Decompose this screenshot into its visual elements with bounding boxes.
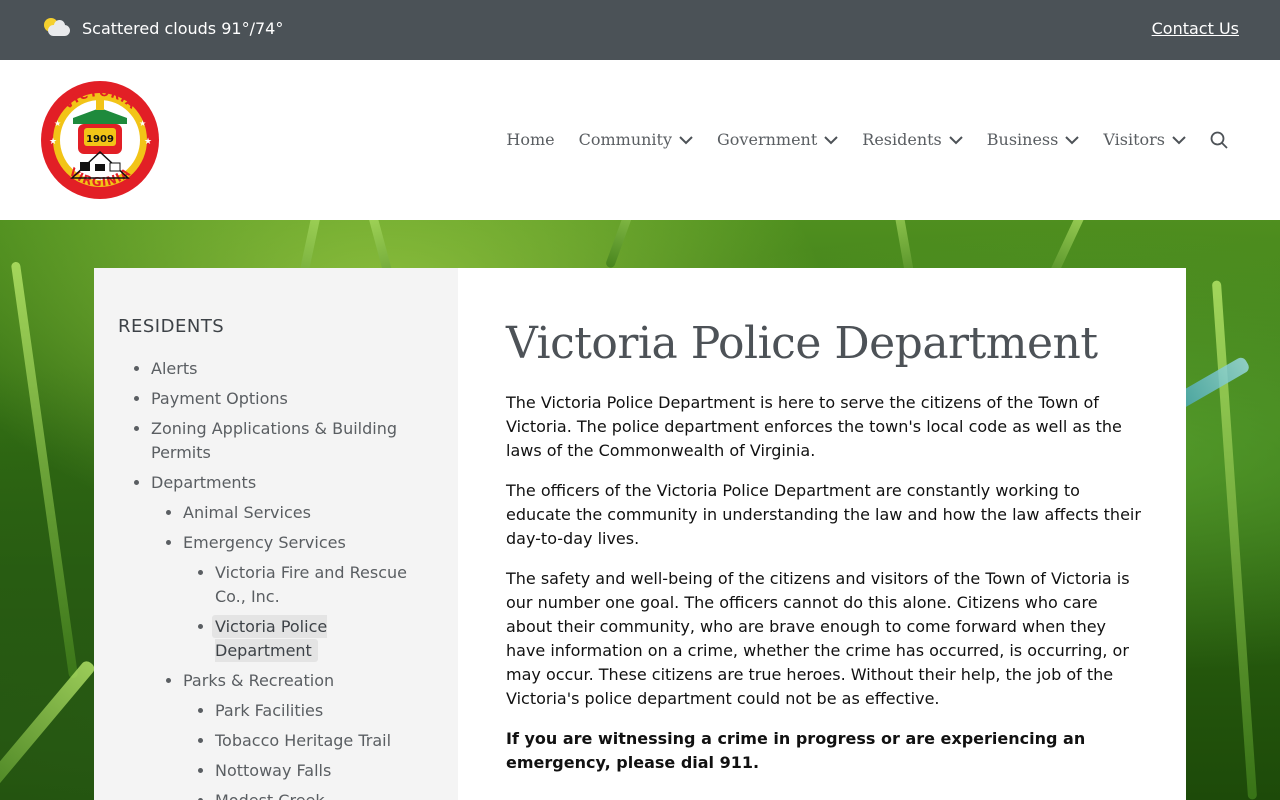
sidebar-menu: Alerts Payment Options Zoning Applicatio… [118,357,434,800]
sidebar-item-label: Nottoway Falls [215,761,332,780]
partly-cloudy-icon [44,16,72,40]
nav-visitors[interactable]: Visitors [1103,130,1186,149]
sidebar-item-label: Parks & Recreation [183,671,335,690]
nav-government[interactable]: Government [717,130,838,149]
sidebar-item-animal-services[interactable]: Animal Services [183,501,434,525]
sidebar-submenu: Victoria Fire and Rescue Co., Inc. Victo… [183,561,434,663]
town-seal-logo[interactable]: VICTORIA VIRGINIA ★ ★ ★ ★ 1909 [40,80,160,200]
nav-label: Home [506,130,555,149]
sidebar-item-fire-rescue[interactable]: Victoria Fire and Rescue Co., Inc. [215,561,434,609]
sidebar-item-label-active: Victoria Police Department [212,615,328,662]
main-content: Victoria Police Department The Victoria … [506,318,1142,791]
sidebar-item-emergency-services[interactable]: Emergency Services Victoria Fire and Res… [183,531,434,663]
sidebar-item-park-facilities[interactable]: Park Facilities [215,699,434,723]
sidebar-item-label: Alerts [151,359,198,378]
chevron-down-icon [949,135,963,144]
nav-business[interactable]: Business [987,130,1080,149]
sidebar-item-payment-options[interactable]: Payment Options [151,387,434,411]
sidebar-item-label: Departments [151,473,257,492]
sidebar-item-label: Tobacco Heritage Trail [215,731,392,750]
content-panel: RESIDENTS Alerts Payment Options Zoning … [94,268,1186,800]
sidebar-item-label: Zoning Applications & Building Permits [151,419,398,462]
sidebar-item-label: Victoria Fire and Rescue Co., Inc. [215,563,407,606]
sidebar-item-label: Payment Options [151,389,288,408]
chevron-down-icon [824,135,838,144]
sidebar-item-tobacco-trail[interactable]: Tobacco Heritage Trail [215,729,434,753]
nav-label: Business [986,130,1059,149]
page-title: Victoria Police Department [506,318,1098,369]
nav-label: Visitors [1103,130,1165,149]
sidebar-item-alerts[interactable]: Alerts [151,357,434,381]
sidebar-item-label: Modest Creek [215,791,325,800]
sidebar-item-label: Emergency Services [183,533,346,552]
sidebar-title: RESIDENTS [118,316,225,337]
sidebar-item-departments[interactable]: Departments Animal Services Emergency Se… [151,471,434,800]
svg-text:★: ★ [54,119,61,128]
nav-label: Community [578,130,673,149]
chevron-down-icon [679,135,693,144]
body-paragraph: The officers of the Victoria Police Depa… [506,481,1141,548]
nav-label: Residents [862,130,942,149]
site-header: VICTORIA VIRGINIA ★ ★ ★ ★ 1909 Home Comm… [0,60,1280,220]
nav-label: Government [717,130,818,149]
sidebar-item-label: Animal Services [183,503,311,522]
svg-text:★: ★ [139,119,146,128]
sidebar-submenu: Park Facilities Tobacco Heritage Trail N… [183,699,434,800]
emergency-notice: If you are witnessing a crime in progres… [506,729,1086,772]
sidebar-item-parks-recreation[interactable]: Parks & Recreation Park Facilities Tobac… [183,669,434,800]
seal-year: 1909 [86,134,114,145]
contact-us-link[interactable]: Contact Us [1152,19,1239,38]
nav-home[interactable]: Home [506,130,554,149]
sidebar-item-nottoway-falls[interactable]: Nottoway Falls [215,759,434,783]
weather-widget: Scattered clouds 91°/74° [44,16,283,40]
intro-paragraph: The Victoria Police Department is here t… [506,393,1122,460]
section-sidebar: RESIDENTS Alerts Payment Options Zoning … [94,268,458,800]
sidebar-item-zoning[interactable]: Zoning Applications & Building Permits [151,417,434,465]
body-paragraph: The safety and well-being of the citizen… [506,569,1130,708]
nav-residents[interactable]: Residents [862,130,963,149]
svg-text:★: ★ [49,137,57,147]
nav-community[interactable]: Community [579,130,693,149]
sidebar-submenu: Animal Services Emergency Services Victo… [151,501,434,800]
search-icon[interactable] [1210,131,1228,149]
sidebar-item-modest-creek[interactable]: Modest Creek [215,789,434,800]
utility-bar: Scattered clouds 91°/74° Contact Us [0,0,1280,60]
main-nav: Home Community Government Residents Busi… [482,130,1228,149]
sidebar-item-label: Park Facilities [215,701,324,720]
chevron-down-icon [1172,135,1186,144]
weather-text: Scattered clouds 91°/74° [82,18,284,38]
svg-text:★: ★ [144,137,152,147]
chevron-down-icon [1065,135,1080,144]
sidebar-item-police[interactable]: Victoria Police Department [212,615,434,663]
